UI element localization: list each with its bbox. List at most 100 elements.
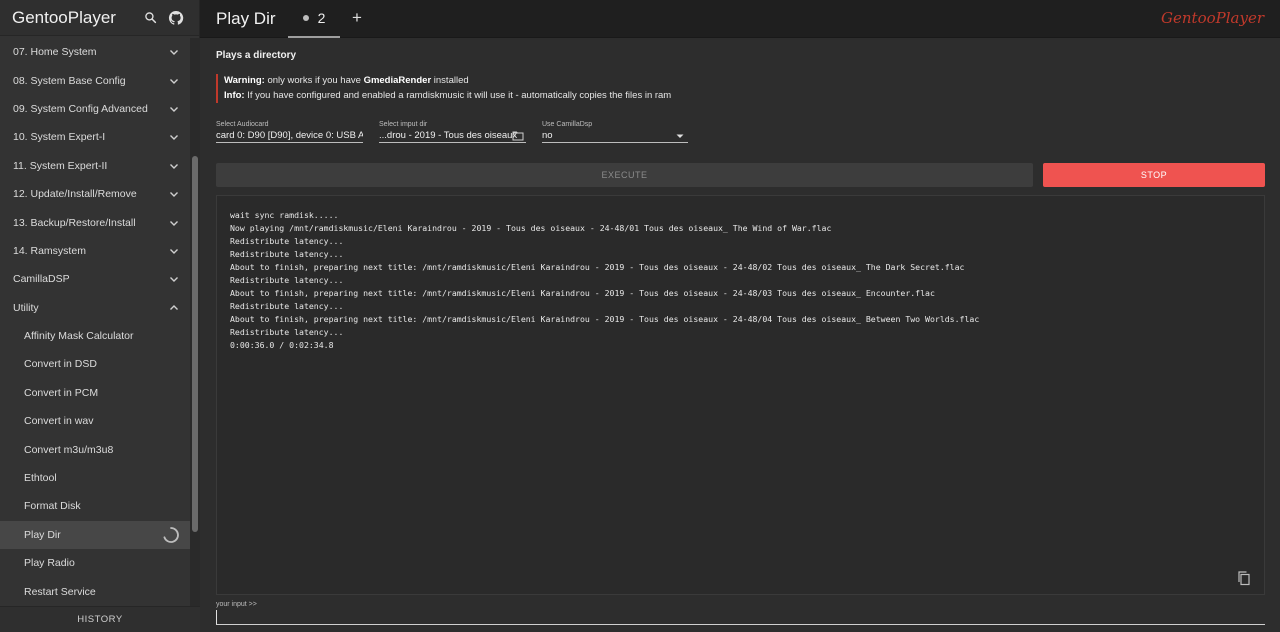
sidebar-item-ethtool[interactable]: Ethtool [0, 464, 190, 492]
history-button[interactable]: HISTORY [0, 606, 200, 632]
chevron-down-icon [168, 160, 180, 172]
copy-icon[interactable] [1236, 570, 1252, 586]
sidebar-item-convert-in-wav[interactable]: Convert in wav [0, 407, 190, 435]
sidebar: GentooPlayer 07. Home System 08. System … [0, 0, 200, 632]
chevron-down-icon [168, 245, 180, 257]
notice-box: Warning: only works if you have GmediaRe… [216, 74, 736, 103]
sidebar-item-play-dir[interactable]: Play Dir [0, 520, 190, 550]
chevron-down-icon [168, 46, 180, 58]
sidebar-item-utility[interactable]: Utility [0, 294, 190, 322]
sidebar-item-ramsystem[interactable]: 14. Ramsystem [0, 237, 190, 265]
stop-button[interactable]: STOP [1043, 163, 1265, 187]
chevron-down-icon [168, 103, 180, 115]
brand-title: GentooPlayer [12, 7, 116, 27]
top-bar: Play Dir 2 + GentooPlayer [200, 0, 1280, 38]
sidebar-item-label: Convert m3u/m3u8 [24, 443, 114, 456]
console-line: 0:00:36.0 / 0:02:34.8 [230, 340, 334, 350]
sidebar-item-label: Play Radio [24, 557, 75, 570]
warning-strong: GmediaRender [363, 75, 432, 86]
console-line: Redistribute latency... [230, 301, 344, 311]
section-heading: Plays a directory [216, 50, 297, 61]
input-dir-label: Select imput dir [379, 121, 428, 128]
console-line: About to finish, preparing next title: /… [230, 314, 980, 324]
warning-text-pre: only works if you have [264, 75, 364, 86]
sidebar-item-system-base-config[interactable]: 08. System Base Config [0, 66, 190, 94]
sidebar-item-label: CamillaDSP [13, 273, 70, 286]
sidebar-item-label: Utility [13, 301, 39, 314]
folder-icon[interactable] [512, 129, 524, 141]
console-line: Redistribute latency... [230, 327, 344, 337]
info-text: If you have configured and enabled a ram… [244, 89, 672, 101]
command-input-label: your input >> [216, 601, 257, 608]
spinner-icon [162, 526, 180, 544]
warning-text-post: installed [431, 75, 469, 86]
sidebar-item-label: Convert in PCM [24, 386, 99, 399]
chevron-up-icon [168, 302, 180, 314]
sidebar-item-system-expert-i[interactable]: 10. System Expert-I [0, 123, 190, 151]
sidebar-item-play-radio[interactable]: Play Radio [0, 549, 190, 577]
input-dir-field[interactable]: Select imput dir ...drou - 2019 - Tous d… [379, 121, 526, 143]
sidebar-scrollbar[interactable] [190, 38, 200, 606]
sidebar-item-label: Convert in wav [24, 415, 94, 428]
camilladsp-label: Use CamillaDsp [542, 121, 593, 128]
github-icon[interactable] [163, 5, 189, 31]
sidebar-item-label: 14. Ramsystem [13, 244, 86, 257]
audiocard-value: card 0: D90 [D90], device 0: USB Audio [… [216, 130, 363, 141]
sidebar-item-home-system[interactable]: 07. Home System [0, 38, 190, 66]
add-tab-button[interactable]: + [346, 5, 368, 31]
sidebar-item-convert-m3u[interactable]: Convert m3u/m3u8 [0, 435, 190, 463]
sidebar-menu: 07. Home System 08. System Base Config 0… [0, 38, 190, 606]
sidebar-item-camilladsp[interactable]: CamillaDSP [0, 265, 190, 293]
sidebar-item-label: Restart Service [24, 585, 96, 598]
console-line: Redistribute latency... [230, 236, 344, 246]
console-line: wait sync ramdisk..... [230, 210, 339, 220]
sidebar-item-label: 13. Backup/Restore/Install [13, 216, 136, 229]
execute-button[interactable]: EXECUTE [216, 163, 1033, 187]
sidebar-item-restart-service[interactable]: Restart Service [0, 577, 190, 605]
chevron-down-icon [168, 217, 180, 229]
sidebar-item-system-expert-ii[interactable]: 11. System Expert-II [0, 152, 190, 180]
console-line: Now playing /mnt/ramdiskmusic/Eleni Kara… [230, 223, 832, 233]
sidebar-header: GentooPlayer [0, 0, 199, 36]
info-label: Info: [224, 89, 245, 101]
audiocard-label: Select Audiocard [216, 121, 269, 128]
sidebar-item-label: 12. Update/Install/Remove [13, 188, 137, 201]
sidebar-item-backup-restore-install[interactable]: 13. Backup/Restore/Install [0, 208, 190, 236]
sidebar-item-label: Play Dir [24, 528, 61, 541]
console-line: About to finish, preparing next title: /… [230, 262, 965, 272]
command-input[interactable] [216, 610, 1265, 625]
search-icon[interactable] [137, 5, 163, 31]
scrollbar-thumb[interactable] [192, 156, 198, 532]
warning-line: Warning: only works if you have GmediaRe… [224, 74, 736, 89]
input-dir-value: ...drou - 2019 - Tous des oiseaux [379, 130, 518, 141]
camilladsp-select[interactable]: Use CamillaDsp no [542, 121, 688, 143]
gentooplayer-logo: GentooPlayer [1161, 9, 1264, 27]
sidebar-item-format-disk[interactable]: Format Disk [0, 492, 190, 520]
sidebar-item-label: Ethtool [24, 472, 57, 485]
sidebar-item-affinity-mask-calculator[interactable]: Affinity Mask Calculator [0, 322, 190, 350]
console-output: wait sync ramdisk..... Now playing /mnt/… [216, 195, 1265, 595]
sidebar-item-label: 08. System Base Config [13, 74, 126, 87]
tab-session-2[interactable]: 2 [288, 0, 340, 38]
dropdown-arrow-icon[interactable] [674, 129, 686, 141]
warning-label: Warning: [224, 75, 265, 86]
sidebar-item-update-install-remove[interactable]: 12. Update/Install/Remove [0, 180, 190, 208]
main-content: Plays a directory Warning: only works if… [200, 38, 1280, 632]
chevron-down-icon [168, 131, 180, 143]
sidebar-item-system-config-advanced[interactable]: 09. System Config Advanced [0, 95, 190, 123]
info-line: Info: If you have configured and enabled… [224, 89, 736, 104]
sidebar-item-label: 09. System Config Advanced [13, 102, 148, 115]
chevron-down-icon [168, 188, 180, 200]
console-line: About to finish, preparing next title: /… [230, 288, 935, 298]
chevron-down-icon [168, 273, 180, 285]
sidebar-item-convert-in-dsd[interactable]: Convert in DSD [0, 350, 190, 378]
tab-status-dot [302, 15, 309, 21]
audiocard-select[interactable]: Select Audiocard card 0: D90 [D90], devi… [216, 121, 363, 143]
sidebar-item-label: Convert in DSD [24, 358, 97, 371]
sidebar-item-convert-in-pcm[interactable]: Convert in PCM [0, 379, 190, 407]
chevron-down-icon [168, 75, 180, 87]
console-line: Redistribute latency... [230, 249, 344, 259]
tab-label: 2 [317, 10, 326, 26]
sidebar-item-label: 10. System Expert-I [13, 131, 106, 144]
sidebar-item-label: Affinity Mask Calculator [24, 330, 134, 343]
